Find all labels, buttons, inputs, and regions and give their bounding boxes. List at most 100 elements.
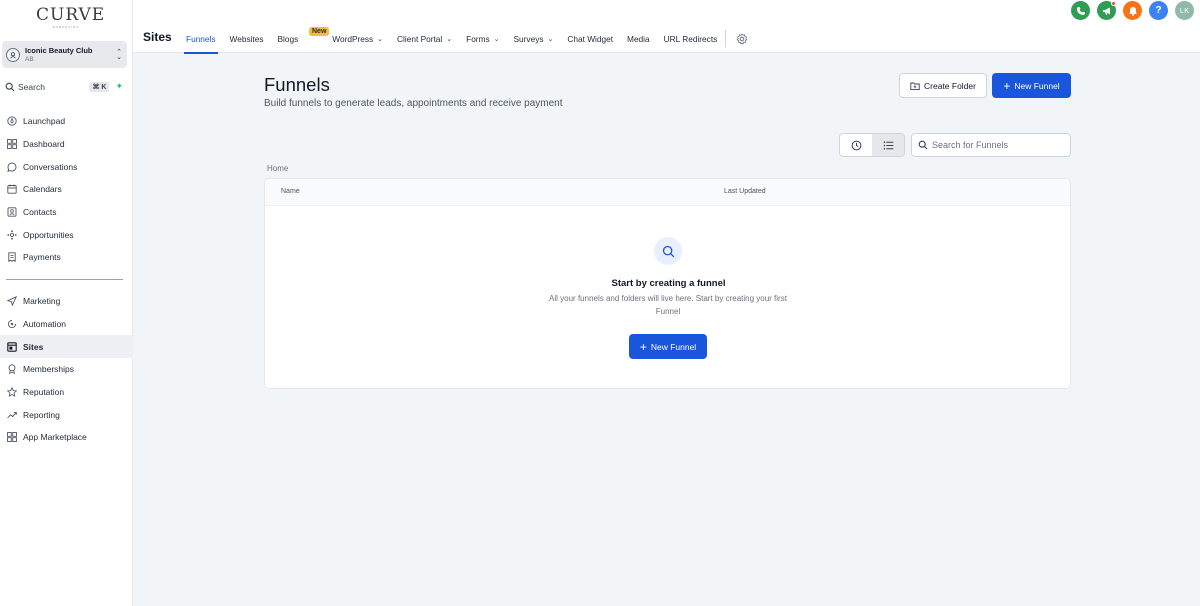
notifications-button[interactable] [1123, 1, 1142, 20]
tab-funnels[interactable]: Funnels [184, 34, 218, 54]
sidebar-nav-primary: Launchpad Dashboard Conversations Calend… [0, 110, 133, 269]
sidebar-search[interactable]: Search ⌘ K ✦ [2, 79, 127, 94]
grid-icon [6, 139, 17, 150]
help-button[interactable]: ? [1149, 1, 1168, 20]
column-name[interactable]: Name [281, 188, 300, 195]
megaphone-icon [1102, 7, 1110, 15]
create-folder-label: Create Folder [924, 80, 976, 91]
empty-state-title: Start by creating a funnel [611, 278, 726, 289]
new-funnel-label: New Funnel [1014, 80, 1060, 91]
empty-state-text: All your funnels and folders will live h… [549, 294, 787, 316]
receipt-icon [6, 252, 17, 263]
account-switcher[interactable]: Iconic Beauty Club AB ⌃ ⌄ [2, 41, 127, 68]
rocket-icon [6, 116, 17, 127]
clock-icon [851, 140, 861, 150]
tab-divider [725, 30, 727, 47]
sidebar-item-reputation[interactable]: Reputation [0, 381, 133, 404]
avatar-initials: LK [1179, 6, 1190, 15]
brand-logo[interactable]: CURVE MARKETING [36, 5, 104, 29]
trend-icon [6, 409, 17, 420]
plus-icon: + [1003, 78, 1011, 93]
tab-media[interactable]: Media [627, 34, 650, 44]
logo-subtext: MARKETING [52, 25, 80, 29]
empty-new-funnel-button[interactable]: + New Funnel [629, 334, 707, 359]
sparkle-icon[interactable]: ✦ [115, 81, 123, 92]
sidebar-item-app-marketplace[interactable]: App Marketplace [0, 426, 133, 449]
new-funnel-button[interactable]: + New Funnel [992, 73, 1071, 98]
sidebar-item-label: Dashboard [23, 139, 65, 150]
sidebar-item-label: Automation [23, 319, 66, 330]
sidebar-item-launchpad[interactable]: Launchpad [0, 110, 133, 133]
user-avatar[interactable]: LK [1175, 1, 1194, 20]
funnel-search [911, 133, 1071, 157]
phone-button[interactable] [1071, 1, 1090, 20]
sidebar-item-label: Reputation [23, 387, 65, 398]
column-last-updated[interactable]: Last Updated [724, 188, 766, 195]
calendar-icon [6, 184, 17, 195]
sites-tabs: Funnels Websites Blogs New WordPress ⌄ Cl… [184, 27, 748, 54]
gear-icon[interactable] [736, 32, 748, 45]
empty-search-icon [654, 237, 682, 265]
sidebar-item-label: Launchpad [23, 116, 66, 127]
sidebar-item-marketing[interactable]: Marketing [0, 290, 133, 313]
tab-url-redirects[interactable]: URL Redirects [664, 34, 718, 44]
sidebar-nav-secondary: Marketing Automation Sites Memberships R… [0, 290, 133, 449]
send-icon [6, 296, 17, 307]
sidebar-item-label: Contacts [23, 207, 57, 218]
recent-view-button[interactable] [840, 134, 872, 156]
tab-chat-widget[interactable]: Chat Widget [567, 34, 613, 44]
sidebar-item-sites[interactable]: Sites [0, 335, 133, 359]
sidebar-item-opportunities[interactable]: Opportunities [0, 223, 133, 246]
page-subtitle: Build funnels to generate leads, appoint… [264, 98, 563, 109]
breadcrumb[interactable]: Home [267, 164, 288, 173]
chevron-down-icon: ⌄ [446, 35, 453, 43]
section-title: Sites [143, 30, 172, 44]
sites-icon [6, 341, 17, 352]
sidebar-item-reporting[interactable]: Reporting [0, 403, 133, 426]
tab-websites[interactable]: Websites [230, 34, 264, 44]
sidebar-item-label: Calendars [23, 184, 62, 195]
tab-label: Forms [466, 33, 490, 44]
contacts-icon [6, 207, 17, 218]
tab-wordpress[interactable]: WordPress ⌄ [332, 34, 383, 44]
search-input[interactable] [932, 140, 1062, 150]
account-sub: AB [25, 55, 34, 63]
opportunities-icon [6, 229, 17, 240]
sidebar-item-memberships[interactable]: Memberships [0, 358, 133, 381]
help-icon: ? [1155, 5, 1162, 16]
star-icon [6, 387, 17, 398]
tab-client-portal[interactable]: Client Portal ⌄ [397, 34, 452, 44]
sidebar-item-automation[interactable]: Automation [0, 313, 133, 336]
sidebar-item-conversations[interactable]: Conversations [0, 155, 133, 178]
sidebar-item-label: Sites [23, 341, 44, 352]
sidebar-item-dashboard[interactable]: Dashboard [0, 133, 133, 156]
top-bar: Sites Funnels Websites Blogs New WordPre… [133, 0, 1200, 54]
sidebar-item-calendars[interactable]: Calendars [0, 178, 133, 201]
sidebar-item-contacts[interactable]: Contacts [0, 201, 133, 224]
announcements-button[interactable] [1097, 1, 1116, 20]
chevron-down-icon: ⌄ [377, 35, 384, 43]
account-name: Iconic Beauty Club [25, 45, 93, 55]
create-folder-button[interactable]: Create Folder [899, 73, 987, 98]
badge-icon [6, 364, 17, 375]
bell-icon [1128, 6, 1137, 16]
apps-icon [6, 432, 17, 443]
plus-icon: + [639, 339, 647, 354]
location-icon [6, 47, 20, 62]
chevron-updown-icon: ⌃ ⌄ [116, 48, 122, 61]
folder-plus-icon [910, 82, 920, 90]
sidebar-item-label: Conversations [23, 161, 78, 172]
tab-surveys[interactable]: Surveys ⌄ [514, 34, 554, 44]
list-icon [883, 140, 893, 150]
notification-dot [1111, 1, 1116, 6]
tab-blogs[interactable]: Blogs [278, 34, 299, 44]
sidebar-item-label: Payments [23, 252, 61, 263]
chevron-down-icon: ⌄ [547, 35, 554, 43]
list-view-button[interactable] [872, 134, 904, 156]
tab-label: Client Portal [397, 33, 443, 44]
sidebar-item-payments[interactable]: Payments [0, 246, 133, 269]
tab-forms[interactable]: Forms ⌄ [466, 34, 499, 44]
sidebar-item-label: Opportunities [23, 229, 74, 240]
top-actions: ? LK [1064, 1, 1194, 20]
sidebar-item-label: Reporting [23, 409, 60, 420]
